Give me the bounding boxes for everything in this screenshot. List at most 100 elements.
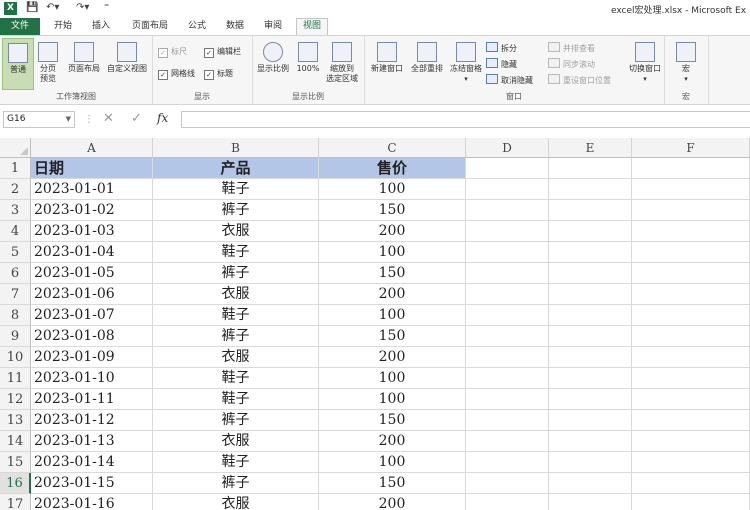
row-header[interactable]: 17 bbox=[0, 494, 31, 510]
cell-date[interactable]: 2023-01-11 bbox=[31, 389, 153, 410]
cell-product[interactable]: 裤子 bbox=[153, 410, 319, 431]
unhide-button[interactable]: 取消隐藏 bbox=[486, 74, 533, 86]
row-header[interactable]: 7 bbox=[0, 284, 31, 305]
cell-date-header[interactable]: 日期 bbox=[31, 158, 153, 179]
cell[interactable] bbox=[466, 242, 549, 263]
cell-product[interactable]: 鞋子 bbox=[153, 305, 319, 326]
cell-product[interactable]: 裤子 bbox=[153, 200, 319, 221]
arrange-all-button[interactable]: 全部重排 bbox=[408, 42, 446, 74]
tab-file[interactable]: 文件 bbox=[0, 18, 40, 35]
reset-window-position-button[interactable]: 重设窗口位置 bbox=[548, 74, 611, 86]
cell-price[interactable]: 200 bbox=[319, 347, 466, 368]
cell[interactable] bbox=[549, 473, 632, 494]
cell-price-header[interactable]: 售价 bbox=[319, 158, 466, 179]
cell[interactable] bbox=[632, 158, 750, 179]
cell[interactable] bbox=[466, 473, 549, 494]
cell[interactable] bbox=[632, 326, 750, 347]
row-header[interactable]: 8 bbox=[0, 305, 31, 326]
column-header-a[interactable]: A bbox=[31, 138, 153, 158]
sync-scroll-button[interactable]: 同步滚动 bbox=[548, 58, 595, 70]
cell[interactable] bbox=[549, 494, 632, 510]
cell[interactable] bbox=[632, 494, 750, 510]
cell-date[interactable]: 2023-01-02 bbox=[31, 200, 153, 221]
page-break-preview-button[interactable]: 分页 预览 bbox=[34, 42, 62, 84]
split-button[interactable]: 拆分 bbox=[486, 42, 517, 54]
cell-price[interactable]: 150 bbox=[319, 410, 466, 431]
column-header-d[interactable]: D bbox=[466, 138, 549, 158]
cell-product[interactable]: 衣服 bbox=[153, 347, 319, 368]
tab-review[interactable]: 审阅 bbox=[258, 18, 288, 35]
headings-checkbox[interactable]: ✓ 标题 bbox=[204, 68, 233, 80]
cell-date[interactable]: 2023-01-10 bbox=[31, 368, 153, 389]
customize-icon[interactable]: ⁼ bbox=[104, 2, 109, 13]
cell[interactable] bbox=[632, 284, 750, 305]
cell-date[interactable]: 2023-01-09 bbox=[31, 347, 153, 368]
zoom-to-selection-button[interactable]: 缩放到 选定区域 bbox=[322, 42, 362, 84]
cell[interactable] bbox=[549, 221, 632, 242]
row-header[interactable]: 10 bbox=[0, 347, 31, 368]
zoom-button[interactable]: 显示比例 bbox=[254, 42, 292, 74]
cell[interactable] bbox=[549, 431, 632, 452]
column-header-b[interactable]: B bbox=[153, 138, 319, 158]
cell-product[interactable]: 鞋子 bbox=[153, 452, 319, 473]
cell-price[interactable]: 150 bbox=[319, 200, 466, 221]
cell-product[interactable]: 鞋子 bbox=[153, 179, 319, 200]
cell[interactable] bbox=[632, 389, 750, 410]
cell[interactable] bbox=[466, 200, 549, 221]
cell[interactable] bbox=[632, 431, 750, 452]
cell-product[interactable]: 衣服 bbox=[153, 284, 319, 305]
side-by-side-button[interactable]: 并排查看 bbox=[548, 42, 595, 54]
tab-home[interactable]: 开始 bbox=[48, 18, 78, 35]
cell-date[interactable]: 2023-01-15 bbox=[31, 473, 153, 494]
cell-date[interactable]: 2023-01-13 bbox=[31, 431, 153, 452]
hide-button[interactable]: 隐藏 bbox=[486, 58, 517, 70]
name-box[interactable]: G16 ▼ bbox=[3, 111, 75, 128]
column-header-e[interactable]: E bbox=[549, 138, 632, 158]
new-window-button[interactable]: 新建窗口 bbox=[368, 42, 406, 74]
cell-price[interactable]: 150 bbox=[319, 473, 466, 494]
select-all-button[interactable] bbox=[0, 138, 31, 158]
cell[interactable] bbox=[466, 431, 549, 452]
save-icon[interactable]: 💾 bbox=[26, 2, 38, 13]
cell-price[interactable]: 100 bbox=[319, 305, 466, 326]
cell[interactable] bbox=[466, 452, 549, 473]
cell-price[interactable]: 100 bbox=[319, 389, 466, 410]
cell-price[interactable]: 100 bbox=[319, 368, 466, 389]
row-header[interactable]: 12 bbox=[0, 389, 31, 410]
cell-price[interactable]: 200 bbox=[319, 431, 466, 452]
row-header[interactable]: 4 bbox=[0, 221, 31, 242]
cell[interactable] bbox=[549, 368, 632, 389]
page-layout-view-button[interactable]: 页面布局 bbox=[64, 42, 104, 74]
worksheet-grid[interactable]: A B C D E F 1 日期 产品 售价 2 2023-01-01 鞋子 100 3… bbox=[0, 138, 750, 510]
tab-insert[interactable]: 插入 bbox=[86, 18, 116, 35]
gridlines-checkbox[interactable]: ✓ 网格线 bbox=[158, 68, 195, 80]
row-header[interactable]: 2 bbox=[0, 179, 31, 200]
tab-view[interactable]: 视图 bbox=[296, 18, 328, 35]
cell-price[interactable]: 100 bbox=[319, 179, 466, 200]
cell-price[interactable]: 200 bbox=[319, 284, 466, 305]
cell[interactable] bbox=[549, 410, 632, 431]
formula-bar-checkbox[interactable]: ✓ 编辑栏 bbox=[204, 46, 241, 58]
column-header-f[interactable]: F bbox=[632, 138, 750, 158]
cell[interactable] bbox=[466, 221, 549, 242]
row-header[interactable]: 3 bbox=[0, 200, 31, 221]
cell[interactable] bbox=[632, 200, 750, 221]
cell[interactable] bbox=[632, 368, 750, 389]
cell-price[interactable]: 150 bbox=[319, 326, 466, 347]
row-header[interactable]: 5 bbox=[0, 242, 31, 263]
cell[interactable] bbox=[549, 389, 632, 410]
cell[interactable] bbox=[549, 242, 632, 263]
row-header[interactable]: 11 bbox=[0, 368, 31, 389]
cell[interactable] bbox=[549, 263, 632, 284]
cell-product[interactable]: 衣服 bbox=[153, 494, 319, 510]
cell[interactable] bbox=[632, 452, 750, 473]
cell-product[interactable]: 衣服 bbox=[153, 221, 319, 242]
freeze-panes-button[interactable]: 冻结窗格 ▾ bbox=[448, 42, 484, 84]
cell[interactable] bbox=[632, 242, 750, 263]
cell[interactable] bbox=[466, 326, 549, 347]
cell[interactable] bbox=[632, 473, 750, 494]
undo-icon[interactable]: ↶▾ bbox=[46, 2, 59, 13]
cell[interactable] bbox=[549, 305, 632, 326]
cell-product[interactable]: 鞋子 bbox=[153, 389, 319, 410]
cell[interactable] bbox=[549, 158, 632, 179]
